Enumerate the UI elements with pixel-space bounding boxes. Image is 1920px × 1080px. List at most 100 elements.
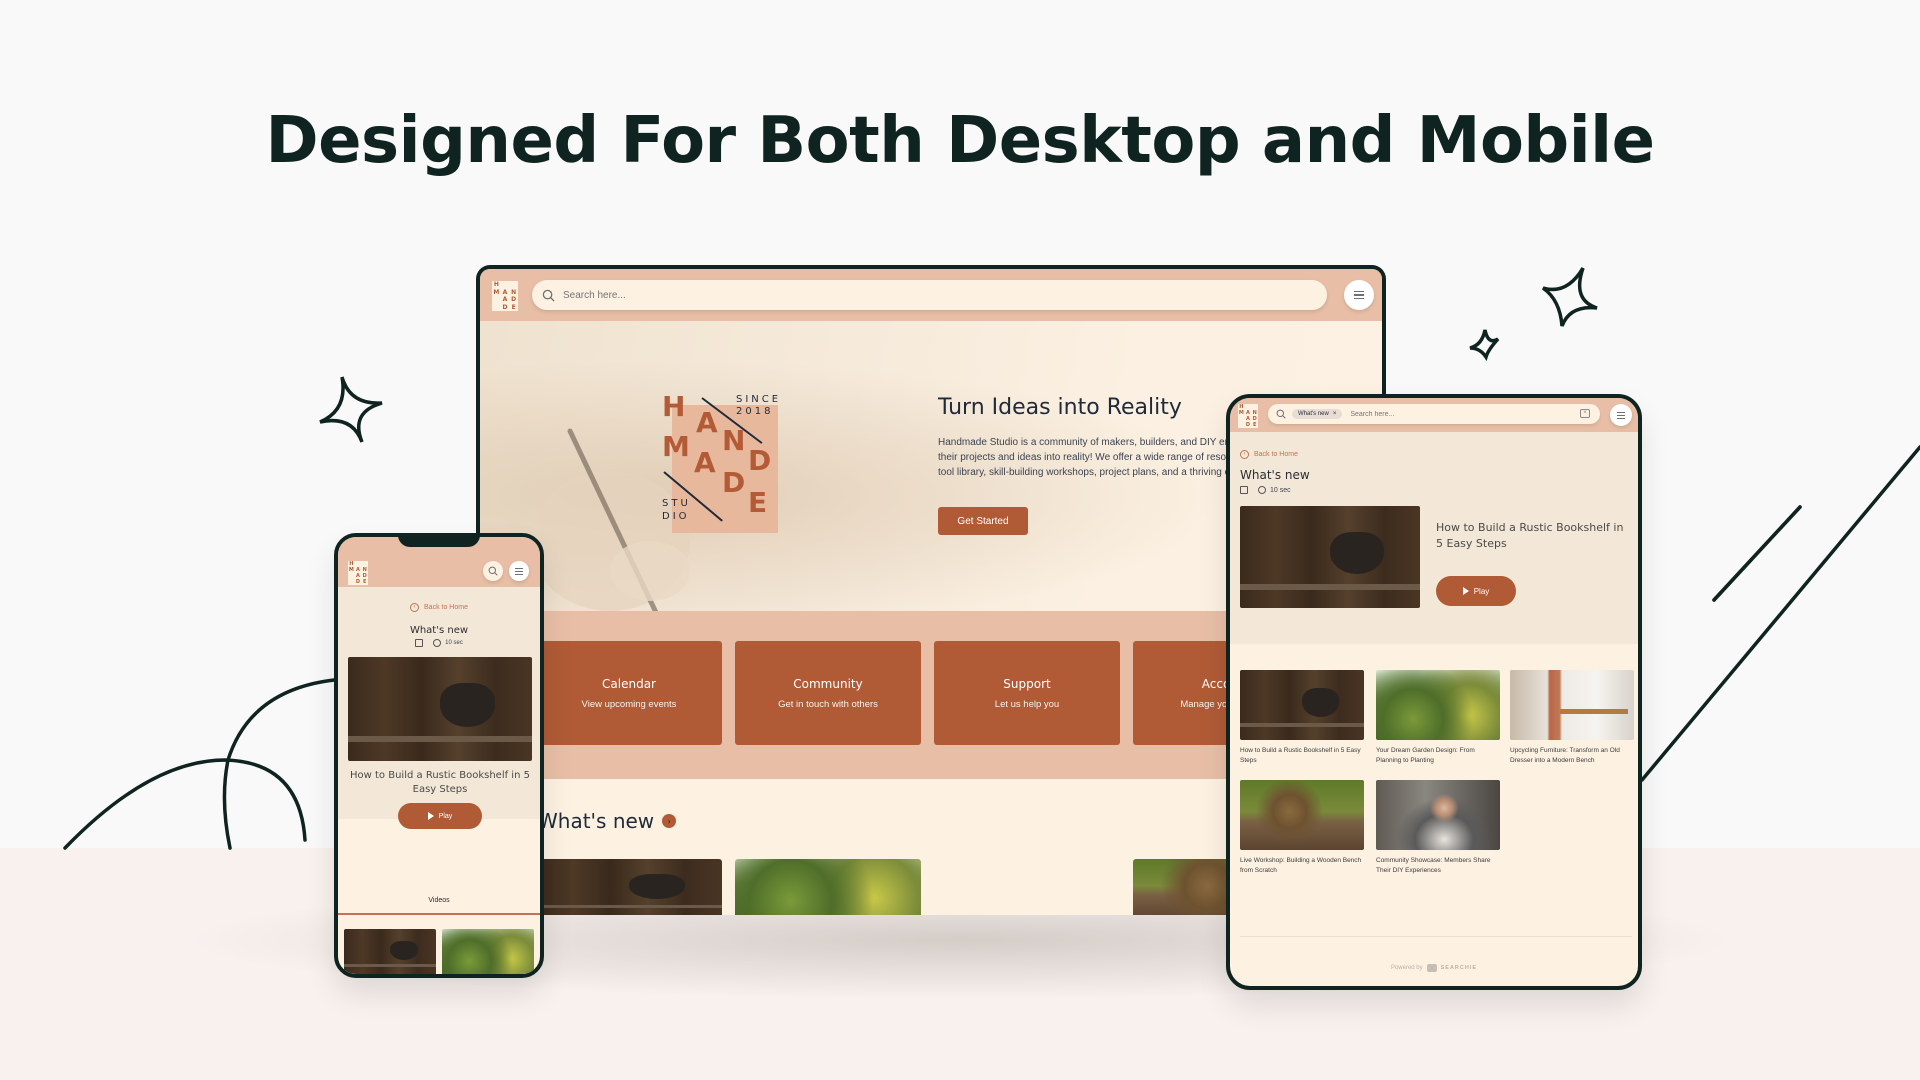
- search-icon: [542, 289, 555, 302]
- video-thumbnail[interactable]: [536, 859, 722, 915]
- logo-letter: D: [511, 296, 517, 304]
- tablet-search-input[interactable]: [1350, 410, 1571, 418]
- powered-by-label: Powered by: [1390, 965, 1423, 971]
- logo-letter: A: [502, 288, 508, 296]
- tablet-mockup: H MAN AD DE What's new × × ‹ Back to Hom…: [1226, 394, 1642, 990]
- hero-title: Turn Ideas into Reality: [938, 395, 1182, 420]
- logo-letter: N: [722, 424, 746, 457]
- clear-search-icon[interactable]: ×: [1580, 409, 1590, 418]
- filter-chip[interactable]: What's new ×: [1292, 409, 1343, 419]
- diagonal-line-1: [1712, 505, 1802, 602]
- tablet-search-bar[interactable]: What's new × ×: [1268, 404, 1600, 424]
- chip-label: What's new: [1298, 411, 1329, 417]
- sparkle-icon-left: [319, 376, 383, 443]
- logo-letter: D: [355, 579, 361, 585]
- video-thumbnail: [1240, 670, 1364, 740]
- mobile-search-button[interactable]: [483, 561, 503, 581]
- card-title: Community: [793, 677, 863, 691]
- video-title: Community Showcase: Members Share Their …: [1376, 857, 1491, 874]
- logo-letter: D: [502, 303, 508, 311]
- page-title: What's new: [1240, 468, 1310, 482]
- logo-letter: E: [511, 303, 516, 311]
- logo-letter: M: [1238, 410, 1244, 416]
- logo-letter: E: [1252, 422, 1257, 428]
- video-thumbnail[interactable]: [344, 929, 436, 974]
- video-card[interactable]: Community Showcase: Members Share Their …: [1376, 780, 1500, 876]
- phone-notch: [398, 537, 480, 547]
- page-title: What's new: [409, 625, 469, 636]
- back-label: Back to Home: [1254, 451, 1298, 458]
- get-started-button[interactable]: Get Started: [938, 507, 1028, 535]
- video-card[interactable]: Upcycling Furniture: Transform an Old Dr…: [1510, 670, 1634, 766]
- handmade-studio-logo: H A M N A D D E SINCE 2018 STU DIO: [662, 393, 778, 533]
- searchie-logo-icon: [1426, 964, 1437, 972]
- card-calendar[interactable]: Calendar View upcoming events: [536, 641, 722, 745]
- logo-letter: M: [493, 288, 500, 296]
- page-meta: 10 sec: [338, 639, 540, 647]
- card-subtitle: View upcoming events: [581, 699, 677, 710]
- featured-video-thumbnail[interactable]: [348, 657, 532, 761]
- logo-letter: D: [722, 466, 746, 499]
- back-to-home-link[interactable]: ‹ Back to Home: [1240, 450, 1298, 459]
- tablet-menu-button[interactable]: [1610, 404, 1632, 426]
- chevron-left-icon: ‹: [410, 603, 420, 612]
- search-icon: [1276, 409, 1286, 419]
- logo-letter: N: [511, 288, 517, 296]
- tablet-header: H MAN AD DE What's new × ×: [1230, 398, 1638, 432]
- desktop-search-input[interactable]: [563, 289, 1163, 301]
- video-title: How to Build a Rustic Bookshelf in 5 Eas…: [1240, 747, 1361, 764]
- card-title: Support: [1003, 677, 1051, 691]
- video-thumbnail[interactable]: [442, 929, 534, 974]
- video-card[interactable]: Your Dream Garden Design: From Planning …: [1376, 670, 1500, 766]
- logo-letter: A: [694, 446, 716, 479]
- duration-label: 10 sec: [445, 640, 463, 646]
- logo-studio: STU: [662, 498, 691, 509]
- logo-letter: A: [502, 296, 508, 304]
- diagonal-line-second: [1712, 505, 1802, 602]
- mobile-menu-button[interactable]: [509, 561, 529, 581]
- video-card[interactable]: Live Workshop: Building a Wooden Bench f…: [1240, 780, 1364, 876]
- clock-icon: [433, 639, 442, 647]
- hamburger-icon: [1354, 290, 1364, 300]
- powered-by-footer[interactable]: Powered by SEARCHIE: [1230, 964, 1638, 972]
- chevron-left-icon: ‹: [1240, 450, 1249, 459]
- card-community[interactable]: Community Get in touch with others: [735, 641, 921, 745]
- handmade-logo[interactable]: H MAN AD DE: [348, 561, 368, 585]
- logo-letter: D: [748, 444, 772, 477]
- card-subtitle: Get in touch with others: [778, 699, 878, 710]
- play-button[interactable]: Play: [1436, 576, 1516, 606]
- video-thumbnail[interactable]: [735, 859, 921, 915]
- tab-videos[interactable]: Videos: [338, 897, 540, 904]
- play-icon: [427, 812, 434, 820]
- back-to-home-link[interactable]: ‹ Back to Home: [338, 603, 540, 612]
- hamburger-icon: [515, 567, 523, 575]
- logo-letter: E: [362, 579, 367, 585]
- search-icon: [488, 566, 498, 576]
- play-label: Play: [438, 812, 453, 820]
- video-title: Upcycling Furniture: Transform an Old Dr…: [1510, 747, 1620, 764]
- card-title: Calendar: [602, 677, 656, 691]
- video-card[interactable]: How to Build a Rustic Bookshelf in 5 Eas…: [1240, 670, 1364, 766]
- play-button[interactable]: Play: [398, 803, 482, 829]
- page-headline: Designed For Both Desktop and Mobile: [265, 104, 1656, 178]
- hamburger-icon: [1617, 411, 1625, 419]
- footer-divider: [1240, 936, 1632, 937]
- close-icon[interactable]: ×: [1333, 411, 1337, 417]
- sparkle-icon-small-right: [1469, 329, 1500, 362]
- back-label: Back to Home: [424, 604, 468, 611]
- video-icon: [415, 639, 424, 647]
- logo-letter: A: [696, 406, 718, 439]
- chevron-right-icon[interactable]: ›: [662, 814, 677, 828]
- video-thumbnail: [1376, 670, 1500, 740]
- desktop-search-bar[interactable]: [532, 280, 1327, 310]
- powered-by-brand: SEARCHIE: [1440, 965, 1478, 971]
- video-title: Live Workshop: Building a Wooden Bench f…: [1240, 857, 1362, 874]
- whats-new-heading[interactable]: What's new ›: [538, 809, 677, 833]
- logo-letter: D: [1245, 422, 1251, 428]
- handmade-logo[interactable]: H MAN AD DE: [1238, 404, 1258, 428]
- card-support[interactable]: Support Let us help you: [934, 641, 1120, 745]
- handmade-logo[interactable]: H MAN AD DE: [492, 281, 518, 311]
- desktop-menu-button[interactable]: [1344, 280, 1374, 310]
- featured-video-thumbnail[interactable]: [1240, 506, 1420, 608]
- logo-year: 2018: [736, 406, 774, 417]
